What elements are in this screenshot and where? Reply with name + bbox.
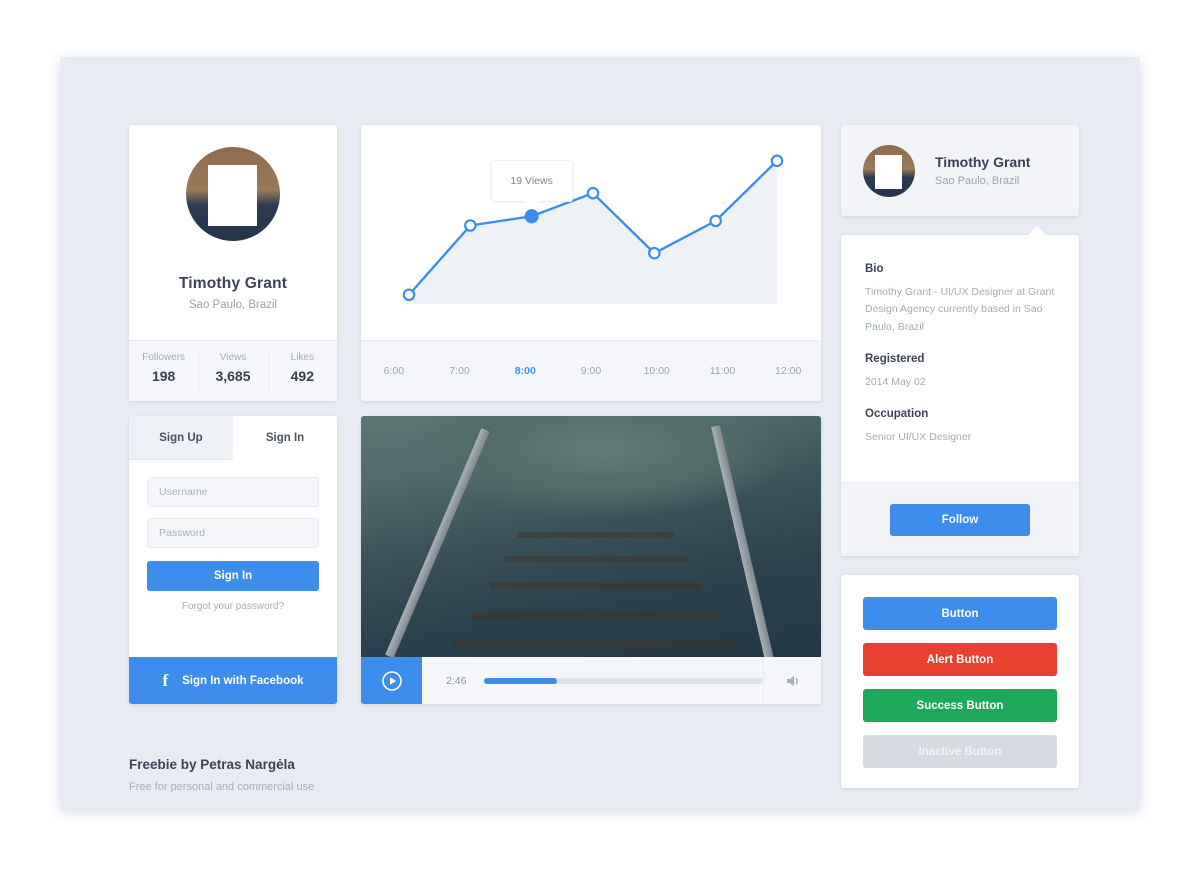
facebook-f-icon: f xyxy=(162,670,169,690)
stat-label: Views xyxy=(219,352,247,363)
sleeper xyxy=(517,531,674,538)
sign-in-with-facebook-button[interactable]: f Sign In with Facebook xyxy=(129,657,337,704)
chart-point-2[interactable] xyxy=(524,209,539,224)
rail-left xyxy=(384,428,490,657)
registered-heading: Registered xyxy=(865,352,925,365)
profile-location: Sao Paulo, Brazil xyxy=(188,299,278,311)
chart-point-6[interactable] xyxy=(770,154,784,168)
bio-heading: Bio xyxy=(865,263,884,275)
stat-label: Likes xyxy=(290,352,314,363)
tab-sign-up[interactable]: Sign Up xyxy=(129,416,233,460)
video-player-card: 2:46 xyxy=(361,416,821,704)
demo-button-alert[interactable]: Alert Button xyxy=(863,643,1057,676)
footer-title: Freebie by Petras Nargėla xyxy=(129,757,295,772)
password-input[interactable] xyxy=(147,518,319,548)
username-input[interactable] xyxy=(147,477,319,507)
video-still-image[interactable] xyxy=(361,416,821,657)
play-button[interactable] xyxy=(361,657,422,704)
chart-tooltip-label: 19 Views xyxy=(510,175,553,188)
rail-right xyxy=(710,424,775,657)
profile-card: Timothy Grant Sao Paulo, Brazil Follower… xyxy=(129,125,337,401)
stat-likes: Likes 492 xyxy=(267,341,337,401)
chart-point-1[interactable] xyxy=(464,219,477,232)
stat-label: Followers xyxy=(142,352,186,363)
tab-sign-in[interactable]: Sign In xyxy=(233,416,337,460)
xtick-5[interactable]: 11:00 xyxy=(690,365,756,377)
stat-value: 198 xyxy=(151,368,176,384)
stat-value: 492 xyxy=(290,368,314,384)
footer: Freebie by Petras Nargėla Free for perso… xyxy=(129,757,314,793)
bio-card-notch xyxy=(1027,226,1047,236)
bio-text: Timothy Grant - UI/UX Designer at Grant … xyxy=(865,286,1055,333)
avatar xyxy=(186,147,280,241)
xtick-0[interactable]: 6:00 xyxy=(361,365,427,377)
chart-point-0[interactable] xyxy=(402,288,416,302)
xtick-6[interactable]: 12:00 xyxy=(755,365,821,377)
chart-point-5[interactable] xyxy=(709,214,722,228)
sleeper xyxy=(489,582,702,590)
mini-profile-card[interactable]: Timothy Grant Sao Paulo, Brazil xyxy=(841,125,1079,216)
xtick-4[interactable]: 10:00 xyxy=(624,365,690,377)
bio-card: Bio Timothy Grant - UI/UX Designer at Gr… xyxy=(841,226,1079,556)
chart-point-3[interactable] xyxy=(586,186,600,200)
volume-icon xyxy=(786,675,798,686)
stat-followers: Followers 198 xyxy=(129,341,198,401)
facebook-button-label: Sign In with Facebook xyxy=(182,674,304,687)
chart-tooltip: 19 Views xyxy=(490,160,573,203)
demo-buttons-card: Button Alert Button Success Button Inact… xyxy=(841,575,1079,788)
footer-subtitle: Free for personal and commercial use xyxy=(129,781,315,793)
xtick-2[interactable]: 8:00 xyxy=(492,365,558,377)
occupation-heading: Occupation xyxy=(865,408,929,421)
xtick-3[interactable]: 9:00 xyxy=(558,365,624,377)
video-time: 2:46 xyxy=(446,674,467,687)
login-card: Sign Up Sign In Sign In Forgot your pass… xyxy=(129,416,337,704)
demo-button-success[interactable]: Success Button xyxy=(863,689,1057,722)
xtick-1[interactable]: 7:00 xyxy=(427,365,493,377)
login-form: Sign In Forgot your password? xyxy=(129,460,337,612)
profile-name: Timothy Grant xyxy=(178,275,288,292)
sleeper xyxy=(503,555,688,562)
sign-in-button[interactable]: Sign In xyxy=(147,561,319,591)
follow-button[interactable]: Follow xyxy=(890,503,1030,536)
login-tabs: Sign Up Sign In xyxy=(129,416,337,460)
occupation-text: Senior UI/UX Designer xyxy=(865,431,972,444)
chart-plot-area xyxy=(361,125,821,340)
play-circle-icon xyxy=(381,670,402,691)
demo-button-inactive: Inactive Button xyxy=(863,735,1057,768)
follow-strip: Follow xyxy=(841,482,1079,556)
chart-x-axis: 6:00 7:00 8:00 9:00 10:00 11:00 12:00 xyxy=(361,340,821,401)
forgot-password-link[interactable]: Forgot your password? xyxy=(147,601,319,612)
sleeper xyxy=(453,640,739,650)
chart-point-4[interactable] xyxy=(648,246,661,260)
avatar xyxy=(863,144,915,197)
bio-content: Bio Timothy Grant - UI/UX Designer at Gr… xyxy=(841,235,1079,447)
mini-profile-location: Sao Paulo, Brazil xyxy=(935,175,1020,187)
video-progress-bar[interactable] xyxy=(484,677,763,684)
mini-profile-name: Timothy Grant xyxy=(935,154,1031,170)
stat-views: Views 3,685 xyxy=(198,341,267,401)
line-chart-svg xyxy=(402,154,784,304)
demo-button-default[interactable]: Button xyxy=(863,597,1057,630)
page-canvas: Timothy Grant Sao Paulo, Brazil Follower… xyxy=(60,57,1140,811)
profile-stats-row: Followers 198 Views 3,685 Likes 492 xyxy=(129,340,337,401)
video-progress-fill xyxy=(484,677,557,684)
avatar-placeholder-sheet xyxy=(875,154,902,189)
views-chart-card: 19 Views 6:00 7:00 8:00 9:00 10:00 11:00… xyxy=(361,125,821,401)
registered-text: 2014 May 02 xyxy=(865,375,926,388)
stat-value: 3,685 xyxy=(215,368,251,384)
avatar-placeholder-sheet xyxy=(208,165,257,226)
mini-profile-text: Timothy Grant Sao Paulo, Brazil xyxy=(935,154,1030,187)
video-controls: 2:46 xyxy=(361,657,821,704)
volume-button[interactable] xyxy=(763,657,821,704)
sleeper xyxy=(471,611,720,620)
